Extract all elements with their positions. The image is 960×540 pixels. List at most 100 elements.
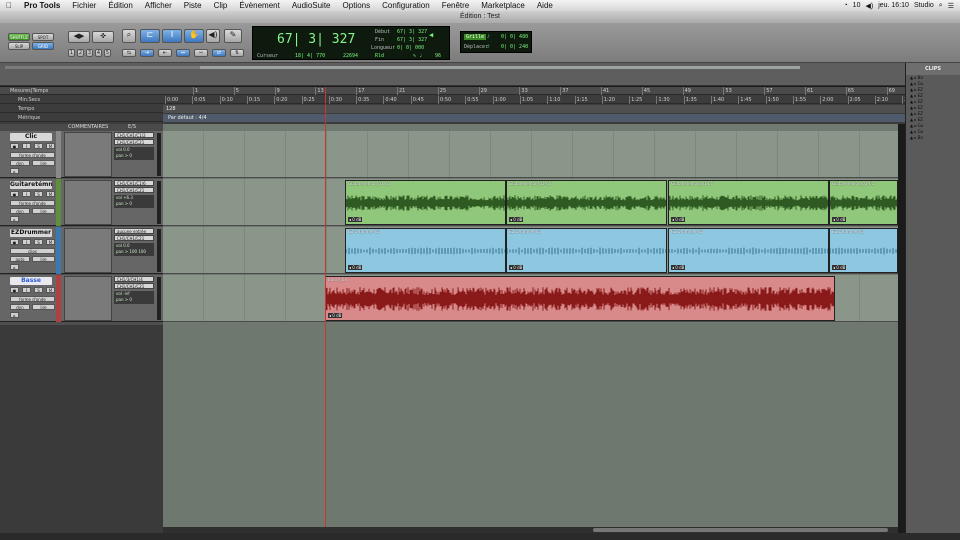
input-button[interactable]: I — [22, 239, 31, 245]
track-header[interactable]: Basse ● I S Mforme d'onde dyn lire ▸ CH1/3/CH1/4… — [0, 275, 163, 322]
menu-clip[interactable]: Clip — [208, 1, 234, 10]
edit-tool-d-icon[interactable]: ⇔ — [176, 49, 190, 57]
audio-clip[interactable]: EZ Drummer-02 ◂ 0 dB — [829, 228, 898, 273]
menu-configuration[interactable]: Configuration — [376, 1, 436, 10]
bpm-value[interactable]: 96 — [435, 53, 441, 59]
clip-gain[interactable]: ◂ 0 dB — [509, 265, 524, 270]
track-expand-icon[interactable]: ▸ — [10, 168, 19, 174]
input-button[interactable]: I — [22, 191, 31, 197]
pan-value[interactable]: pan > 100 100 — [116, 249, 152, 255]
meter-ruler[interactable]: Métrique Par défaut : 4/4 — [0, 114, 905, 122]
start-value[interactable]: 67| 3| 327 — [397, 29, 427, 35]
minsecs-track[interactable]: 0:00 0:05 0:10 0:15 0:20 0:25 0:30 0:35 0:40 0:45… — [163, 96, 915, 104]
slip-mode-button[interactable]: SLIP — [8, 42, 30, 50]
minsecs-ruler[interactable]: Min:Secs 0:00 0:05 0:10 0:15 0:20 0:25 0:30 0:3… — [0, 96, 915, 104]
track-name[interactable]: Basse — [10, 277, 52, 285]
track-name[interactable]: Clic — [10, 133, 52, 141]
edit-tool-f-icon[interactable]: ⇄ — [212, 49, 226, 57]
audio-clip[interactable]: EZ Drummer-02 ◂ 0 dB — [506, 228, 667, 273]
spotlight-icon[interactable]: ⌕ — [939, 2, 943, 10]
zoomer-tool-icon[interactable]: ⌕ — [122, 29, 136, 43]
pan-value[interactable]: pan > 0 — [116, 201, 152, 207]
scrubber-tool-icon[interactable]: ◀) — [206, 29, 220, 43]
metronome-icon[interactable]: ◀ — [429, 31, 433, 39]
battery-label[interactable]: 10 — [853, 2, 861, 9]
clip-gain[interactable]: ◂ 0 dB — [832, 265, 847, 270]
track-view-select[interactable]: clips — [10, 248, 55, 254]
grabber-tool-icon[interactable]: ✋ — [184, 29, 204, 43]
zoom-preset-3[interactable]: 3 — [86, 49, 93, 57]
nudge-value[interactable]: 0| 0| 240 — [501, 44, 528, 50]
tempo-ruler[interactable]: Tempo 128 — [0, 105, 905, 113]
mute-button[interactable]: M — [46, 143, 55, 149]
track-view-select[interactable]: forme d'onde — [10, 200, 55, 206]
rld-label[interactable]: Rld — [375, 53, 384, 59]
menu-app[interactable]: Pro Tools — [18, 1, 66, 10]
tempo-marker[interactable]: 128 — [166, 105, 176, 113]
menu-fenetre[interactable]: Fenêtre — [436, 1, 476, 10]
menu-edition[interactable]: Édition — [102, 1, 138, 10]
trim-tool-icon[interactable]: ⊏ — [140, 29, 160, 43]
zoom-preset-4[interactable]: 4 — [95, 49, 102, 57]
mute-button[interactable]: M — [46, 287, 55, 293]
zoom-preset-1[interactable]: 1 — [68, 49, 75, 57]
track-name[interactable]: Guitaretémn — [10, 181, 53, 189]
selector-tool-icon[interactable]: I — [162, 29, 182, 43]
playhead[interactable] — [325, 87, 326, 533]
track-name[interactable]: EZDrummer — [10, 229, 52, 237]
clip-list-item[interactable]: ▲ ▸ Ba — [906, 135, 960, 141]
volume-icon[interactable]: ◀) — [865, 2, 873, 10]
comment-field[interactable] — [64, 228, 112, 273]
track-header[interactable]: EZDrummer ● I S Mclips auto lire ▸ aucune entrée… — [0, 227, 163, 274]
zoom-preset-5[interactable]: 5 — [104, 49, 111, 57]
clip-gain[interactable]: ◂ 0 dB — [509, 217, 524, 222]
track-header[interactable]: Clic ● I S Mforme d'onde dyn lire ▸ CH1/CH1/C1/2… — [0, 131, 163, 178]
pencil-small-icon[interactable]: ✎ ♩ — [413, 53, 422, 59]
clock[interactable]: jeu. 16:10 — [878, 2, 909, 9]
wifi-icon[interactable]: ◔ — [843, 2, 847, 9]
track-header[interactable]: Guitaretémn ● I S Mforme d'onde dyn lire ▸ CH1/C… — [0, 179, 163, 226]
clip-gain[interactable]: ◂ 0 dB — [328, 313, 343, 318]
length-value[interactable]: 0| 0| 000 — [397, 45, 424, 51]
output-selector[interactable]: CH1/CH1/C21 — [114, 235, 154, 241]
clip-gain[interactable]: ◂ 0 dB — [832, 217, 847, 222]
meter-marker[interactable]: Par défaut : 4/4 — [168, 114, 207, 122]
clip-gain[interactable]: ◂ 0 dB — [348, 265, 363, 270]
menu-audiosuite[interactable]: AudioSuite — [286, 1, 337, 10]
menu-piste[interactable]: Piste — [178, 1, 208, 10]
menu-afficher[interactable]: Afficher — [139, 1, 178, 10]
user-name[interactable]: Studio — [914, 2, 934, 9]
automation-value[interactable]: lire — [32, 160, 55, 166]
grid-label[interactable]: Grille — [464, 34, 487, 40]
audio-clip[interactable]: EZ Drummer-02 ◂ 0 dB — [668, 228, 829, 273]
record-button[interactable]: ● — [10, 287, 19, 293]
audio-clip[interactable]: Guitare lemon_01-01 ◂ 0 dB — [506, 180, 667, 225]
tempo-track[interactable]: 128 — [163, 105, 905, 113]
main-counter[interactable]: 67| 3| 327 — [277, 32, 355, 47]
audio-clip[interactable]: Guitare lemon_01-01 ◂ 0 dB — [345, 180, 506, 225]
track-view-select[interactable]: forme d'onde — [10, 152, 55, 158]
solo-button[interactable]: S — [34, 143, 43, 149]
clips-list-title[interactable]: CLIPS — [906, 63, 960, 75]
bars-track[interactable]: 15913172125293337414549535761656973 — [163, 87, 936, 95]
overview-visible-region[interactable] — [200, 66, 800, 69]
input-selector[interactable]: aucune entrée — [114, 228, 154, 234]
pencil-tool-icon[interactable]: ✎ — [224, 29, 242, 43]
zoom-out-button[interactable]: ◀▶ — [68, 31, 90, 43]
solo-button[interactable]: S — [34, 191, 43, 197]
track-view-select[interactable]: forme d'onde — [10, 296, 55, 302]
audio-clip[interactable]: EZ Drummer-02 ◂ 0 dB — [345, 228, 506, 273]
solo-button[interactable]: S — [34, 287, 43, 293]
input-selector[interactable]: CH1/CH1/C1/2 — [114, 132, 154, 138]
automation-mode[interactable]: auto — [10, 256, 30, 262]
input-selector[interactable]: CH1/CH1/C1/6 — [114, 180, 154, 186]
audio-clip[interactable]: Guitare lemon_01-01 ◂ 0 dB — [829, 180, 898, 225]
clip-gain[interactable]: ◂ 0 dB — [348, 217, 363, 222]
input-selector[interactable]: CH1/3/CH1/4 — [114, 276, 154, 282]
automation-mode[interactable]: dyn — [10, 304, 30, 310]
input-button[interactable]: I — [22, 287, 31, 293]
edit-tool-e-icon[interactable]: ⇿ — [194, 49, 208, 57]
clip-gain[interactable]: ◂ 0 dB — [671, 265, 686, 270]
comment-field[interactable] — [64, 180, 112, 225]
meter-track[interactable]: Par défaut : 4/4 — [163, 114, 905, 122]
